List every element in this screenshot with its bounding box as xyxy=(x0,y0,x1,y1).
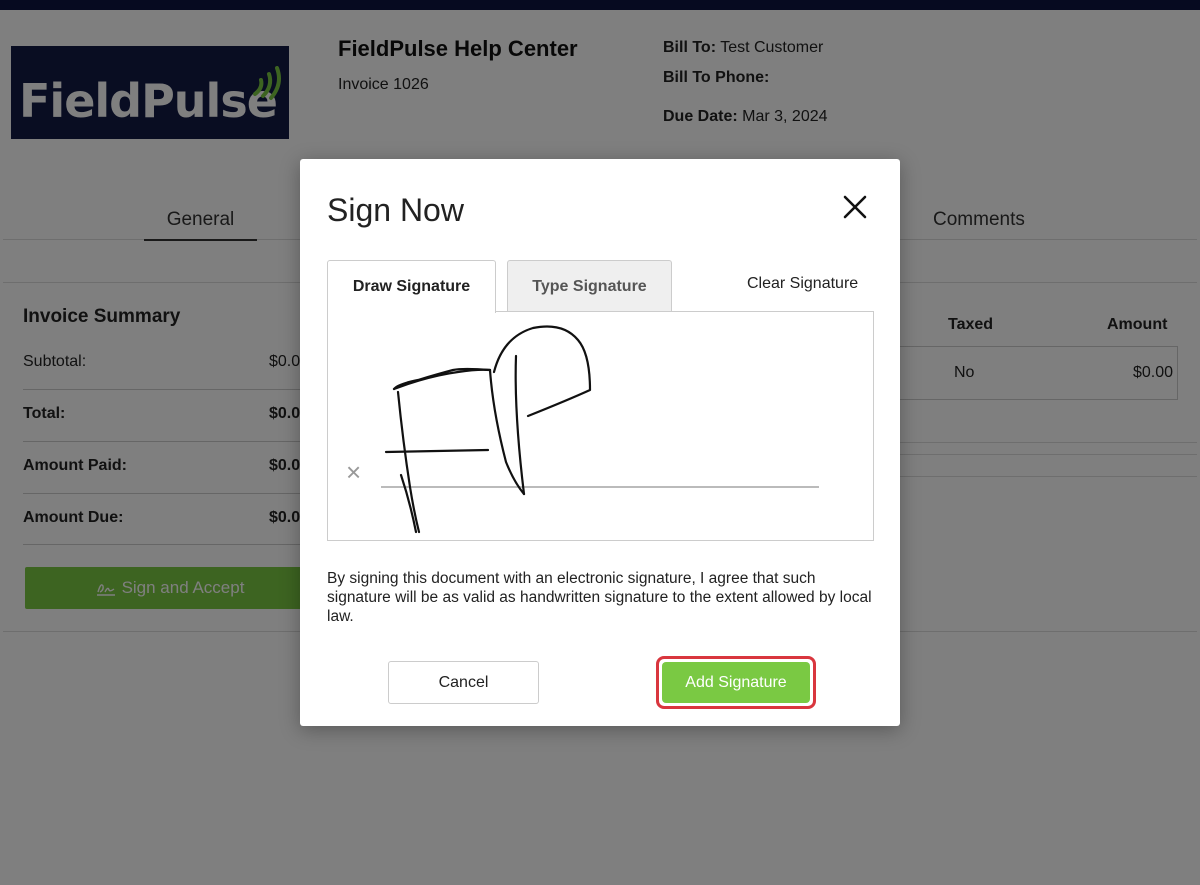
signature-disclaimer: By signing this document with an electro… xyxy=(327,570,872,625)
drawn-signature xyxy=(384,325,592,534)
modal-title: Sign Now xyxy=(327,192,464,228)
add-signature-button[interactable]: Add Signature xyxy=(662,662,810,703)
add-signature-highlight: Add Signature xyxy=(656,656,816,709)
clear-signature-link[interactable]: Clear Signature xyxy=(747,275,858,293)
tab-type-signature[interactable]: Type Signature xyxy=(507,260,672,312)
cancel-button[interactable]: Cancel xyxy=(388,661,539,704)
tab-draw-signature[interactable]: Draw Signature xyxy=(327,260,496,313)
signature-pad[interactable]: × xyxy=(327,311,874,541)
close-icon[interactable] xyxy=(840,192,870,222)
sign-now-modal: Sign Now Draw Signature Type Signature C… xyxy=(300,159,900,726)
